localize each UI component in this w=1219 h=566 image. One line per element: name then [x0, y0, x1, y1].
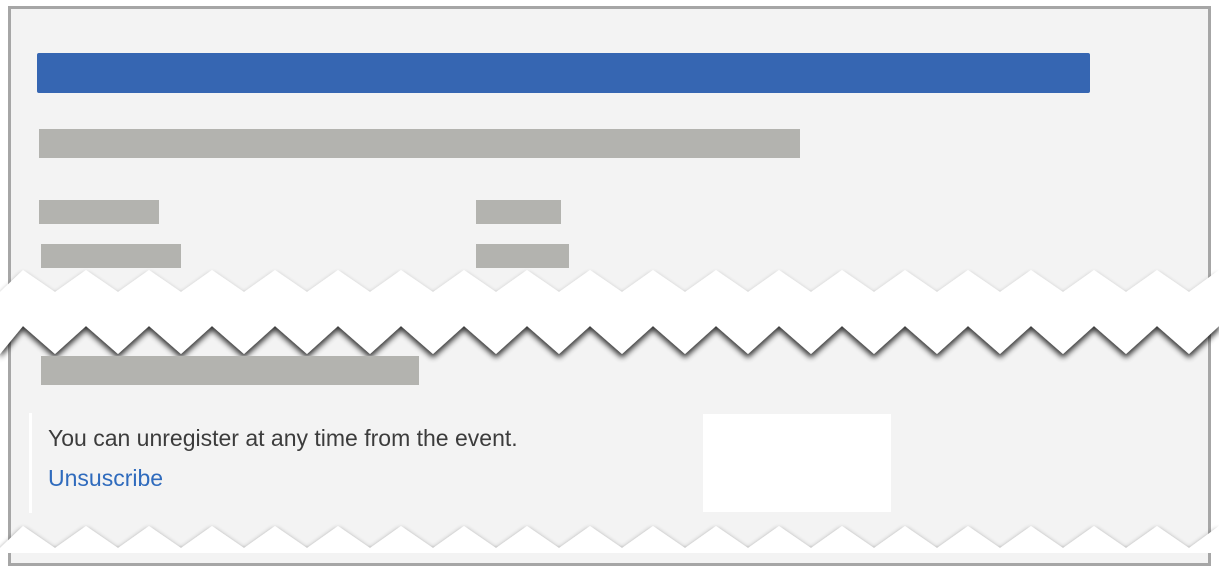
- header-bar: [37, 53, 1090, 93]
- unregister-message: You can unregister at any time from the …: [48, 425, 518, 451]
- detail-label-placeholder-2: [41, 244, 181, 268]
- unsubscribe-link[interactable]: Unsuscribe: [48, 465, 163, 492]
- title-placeholder: [39, 129, 800, 158]
- detail-label-placeholder-1: [39, 200, 159, 224]
- detail-value-placeholder-1: [476, 200, 561, 224]
- footer-placeholder: [41, 356, 419, 385]
- white-panel: [703, 414, 891, 512]
- detail-value-placeholder-2: [476, 244, 569, 268]
